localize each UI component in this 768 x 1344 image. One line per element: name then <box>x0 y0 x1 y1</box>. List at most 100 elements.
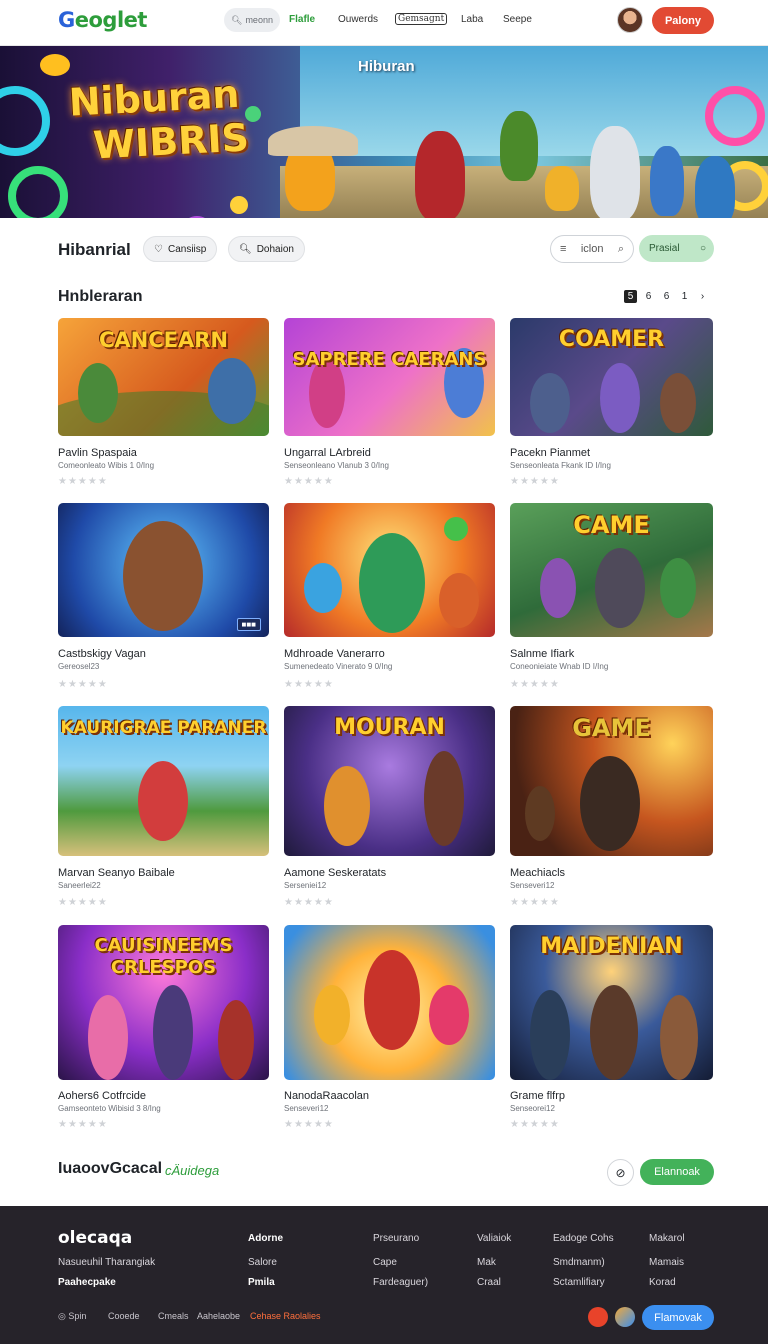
play-button[interactable]: Palony <box>652 7 714 34</box>
game-thumbnail[interactable]: ■■■ <box>58 503 269 637</box>
thumb-character <box>88 995 128 1080</box>
game-meta: Senseonleata Fkank ID I/Ing <box>510 461 611 470</box>
hero-banner[interactable]: Niburan WIBRIS Hiburan <box>0 46 768 218</box>
filter-chip-search[interactable]: 🔍︎ Dohaion <box>228 236 305 262</box>
game-title[interactable]: Marvan Seanyo Baibale <box>58 867 175 879</box>
footer-bottom-link[interactable]: Cmeals <box>158 1311 189 1321</box>
nav-item-4[interactable]: Laba <box>461 14 483 25</box>
thumb-character <box>525 786 555 841</box>
footer-link[interactable]: Eadoge Cohs <box>553 1233 614 1244</box>
thumb-character <box>123 521 203 631</box>
game-thumbnail[interactable]: CANCEARN <box>58 318 269 436</box>
thumb-character <box>324 766 370 846</box>
page-button[interactable]: 1 <box>678 290 691 303</box>
footer-link[interactable]: Pmila <box>248 1277 275 1288</box>
game-thumbnail[interactable]: CAME <box>510 503 713 637</box>
thumb-character <box>530 373 570 433</box>
coin-decoration <box>185 216 209 218</box>
game-title[interactable]: NanodaRaacolan <box>284 1090 369 1102</box>
user-avatar[interactable] <box>617 7 643 33</box>
footer-bottom-link[interactable]: Aahelaobe <box>197 1311 240 1321</box>
block-icon[interactable]: ⊘ <box>607 1159 634 1186</box>
nav-item-5[interactable]: Seepe <box>503 14 532 25</box>
game-thumbnail[interactable]: GAME <box>510 706 713 856</box>
more-button[interactable]: Elannoak <box>640 1159 714 1185</box>
game-title[interactable]: Pacekn Pianmet <box>510 447 590 459</box>
game-meta: Serseniei12 <box>284 881 327 890</box>
game-search-input[interactable]: ≡ iclon ⌕ <box>550 235 634 263</box>
game-title[interactable]: Aamone Seskeratats <box>284 867 386 879</box>
thumb-art-title: MAIDENIAN <box>540 934 683 959</box>
page-button[interactable]: 6 <box>642 290 655 303</box>
page-button[interactable]: 6 <box>660 290 673 303</box>
game-title[interactable]: Grame flfrp <box>510 1090 565 1102</box>
next-page-icon[interactable]: › <box>696 290 709 303</box>
filter-chip-label: Cansiisp <box>167 243 207 255</box>
footer-link[interactable]: Craal <box>477 1277 501 1288</box>
footer-link[interactable]: Salore <box>248 1257 277 1268</box>
thumb-character <box>660 995 698 1080</box>
footer-bottom-link-accent[interactable]: Cehase Raolalies <box>250 1311 321 1321</box>
character-illustration <box>590 126 640 218</box>
game-thumbnail[interactable]: COAMER <box>510 318 713 436</box>
thumb-art-title: MOURAN <box>334 715 445 740</box>
footer-link[interactable]: Mak <box>477 1257 496 1268</box>
game-thumbnail[interactable]: SAPRERE CAERANS <box>284 318 495 436</box>
thumb-character <box>138 761 188 841</box>
game-thumbnail[interactable]: MOURAN <box>284 706 495 856</box>
footer-link[interactable]: Sctamlifiary <box>553 1277 605 1288</box>
nav-item-2[interactable]: Ouwerds <box>338 14 378 25</box>
thumb-art-title: KAURIGRAE PARANER <box>60 718 267 738</box>
header-search[interactable]: 🔍︎ meonn <box>224 8 280 32</box>
thumb-character <box>595 548 645 628</box>
footer-action-button[interactable]: Flamovak <box>642 1305 714 1330</box>
nav-item-1[interactable]: Flafle <box>289 14 315 25</box>
rating-stars: ★★★★★ <box>510 897 560 908</box>
footer-tagline-strong: Paahecpake <box>58 1277 116 1288</box>
thumb-art-title: CANCEARN <box>99 328 228 352</box>
footer-tagline: Nasueuhil Tharangiak <box>58 1257 156 1268</box>
footer-link[interactable]: Fardeaguer) <box>373 1277 428 1288</box>
list-title: Hnbleraran <box>58 288 143 305</box>
filter-green-button[interactable]: Prasial ○ <box>639 235 714 262</box>
game-thumbnail[interactable] <box>284 503 495 637</box>
filter-chip-favorite[interactable]: ♡ Cansiisp <box>143 236 218 262</box>
game-title[interactable]: Aohers6 Cotfrcide <box>58 1090 146 1102</box>
footer-link[interactable]: Valiaiok <box>477 1233 511 1244</box>
game-title[interactable]: Meachiacls <box>510 867 565 879</box>
game-title[interactable]: Salnme Ifiark <box>510 648 574 660</box>
game-title[interactable]: Ungarral LArbreid <box>284 447 371 459</box>
footer-link[interactable]: Prseurano <box>373 1233 419 1244</box>
thumb-character <box>218 1000 254 1080</box>
filter-chip-label: Dohaion <box>256 243 294 255</box>
game-thumbnail[interactable] <box>284 925 495 1080</box>
game-meta: Saneerlei22 <box>58 881 101 890</box>
footer-bottom-link[interactable]: ◎ Spin <box>58 1311 86 1322</box>
game-thumbnail[interactable]: CAUISINEEMS CRLESPOS <box>58 925 269 1080</box>
page-button[interactable]: 5 <box>624 290 637 303</box>
thumb-character <box>439 573 479 628</box>
game-title[interactable]: Castbskigy Vagan <box>58 648 146 660</box>
footer-bottom-link[interactable]: Cooede <box>108 1311 140 1321</box>
game-title[interactable]: Mdhroade Vanerarro <box>284 648 385 660</box>
search-icon: 🔍︎ <box>239 243 252 255</box>
game-mascot-icon[interactable] <box>615 1307 635 1327</box>
top-header: Geoglet 🔍︎ meonn Flafle Ouwerds Gemsagnt… <box>0 0 768 46</box>
game-meta: Coneonieiate Wnab ID I/Ing <box>510 662 609 671</box>
footer-link[interactable]: Makarol <box>649 1233 685 1244</box>
footer-link[interactable]: Smdmanm) <box>553 1257 605 1268</box>
game-title[interactable]: Pavlin Spaspaia <box>58 447 137 459</box>
game-thumbnail[interactable]: KAURIGRAE PARANER <box>58 706 269 856</box>
footer-link[interactable]: Cape <box>373 1257 397 1268</box>
footer-link[interactable]: Adorne <box>248 1233 283 1244</box>
nav-item-3[interactable]: Gemsagnt <box>395 13 448 25</box>
site-logo[interactable]: Geoglet <box>58 8 147 32</box>
footer-link[interactable]: Mamais <box>649 1257 684 1268</box>
rating-stars: ★★★★★ <box>58 476 108 487</box>
bottom-section-subtitle[interactable]: cÄuidega <box>165 1163 219 1178</box>
game-mascot-icon[interactable] <box>588 1307 608 1327</box>
game-thumbnail[interactable]: MAIDENIAN <box>510 925 713 1080</box>
footer-logo[interactable]: olecaqa <box>58 1228 132 1248</box>
footer-link[interactable]: Korad <box>649 1277 676 1288</box>
thumb-character <box>314 985 350 1045</box>
